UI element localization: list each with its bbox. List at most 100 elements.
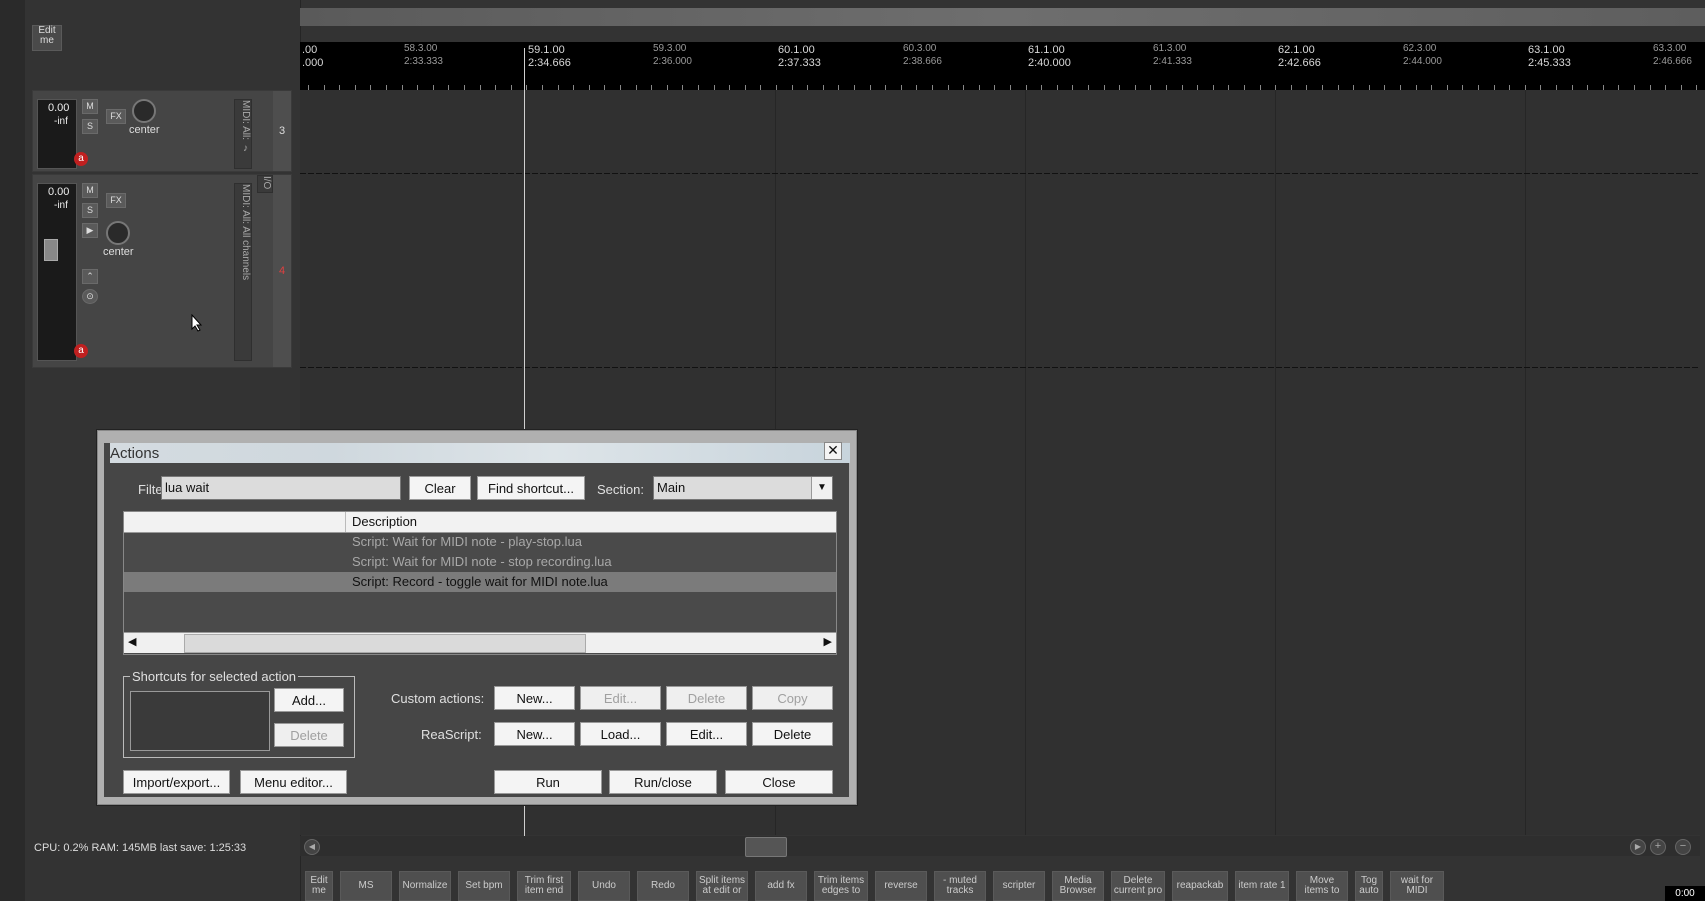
toolbar-button[interactable]: Trim items edges to bbox=[814, 871, 868, 901]
clear-button[interactable]: Clear bbox=[409, 476, 471, 500]
solo-button[interactable]: S bbox=[82, 119, 98, 134]
find-shortcut-button[interactable]: Find shortcut... bbox=[477, 476, 585, 500]
volume-fader[interactable]: 0.00 -inf a bbox=[37, 183, 88, 361]
delete-shortcut-button[interactable]: Delete bbox=[274, 723, 344, 747]
pan-label: center bbox=[103, 246, 134, 258]
track-separator bbox=[300, 367, 1700, 368]
automation-icon[interactable]: ⌃ bbox=[82, 269, 98, 284]
close-button[interactable]: Close bbox=[725, 770, 833, 794]
ruler-marker: 60.3.00 2:38.666 bbox=[903, 43, 942, 67]
track-number: 4 bbox=[273, 175, 291, 367]
toolbar-button[interactable]: Normalize bbox=[399, 871, 451, 901]
toolbar-button[interactable]: Edit me bbox=[305, 871, 333, 901]
reascript-delete-button[interactable]: Delete bbox=[752, 722, 833, 746]
dialog-title: Actions bbox=[110, 445, 160, 462]
timeline-ruler[interactable]: .00.000 58.3.00 2:33.333 59.1.00 2:34.666 … bbox=[300, 42, 1705, 90]
top-scroll-bar[interactable] bbox=[300, 8, 1705, 26]
track-3[interactable]: 0.00 -inf a M S FX center MIDI: All: ♪ 3 bbox=[32, 90, 292, 172]
toolbar-button[interactable]: Move items to bbox=[1296, 871, 1348, 901]
scroll-left-icon[interactable]: ◀ bbox=[128, 635, 136, 648]
section-select[interactable]: Main ▼ bbox=[653, 476, 833, 500]
run-button[interactable]: Run bbox=[494, 770, 602, 794]
ruler-marker: .00.000 bbox=[302, 44, 324, 69]
ruler-marker: 61.1.00 2:40.000 bbox=[1028, 44, 1071, 69]
custom-delete-button[interactable]: Delete bbox=[666, 686, 747, 710]
close-icon[interactable]: ✕ bbox=[824, 442, 842, 460]
time-display: 0:00 bbox=[1665, 886, 1705, 901]
toolbar-button[interactable]: wait for MIDI bbox=[1390, 871, 1444, 901]
list-horizontal-scrollbar[interactable]: ◀ ▶ bbox=[124, 632, 836, 653]
chevron-down-icon[interactable]: ▼ bbox=[811, 477, 832, 499]
mouse-pointer-icon bbox=[191, 314, 203, 332]
pan-knob[interactable] bbox=[132, 99, 156, 123]
add-shortcut-button[interactable]: Add... bbox=[274, 688, 344, 712]
list-item-selected[interactable]: Script: Record - toggle wait for MIDI no… bbox=[124, 572, 836, 592]
track-4[interactable]: 0.00 -inf a M S ▶ ⌃ ⊙ FX center MIDI: Al… bbox=[32, 174, 292, 368]
dialog-titlebar[interactable] bbox=[110, 443, 850, 463]
reascript-new-button[interactable]: New... bbox=[494, 722, 575, 746]
grid-line bbox=[1525, 90, 1526, 835]
record-arm-button[interactable]: a bbox=[74, 344, 88, 358]
ruler-marker: 61.3.00 2:41.333 bbox=[1153, 43, 1192, 67]
scroll-right-icon[interactable]: ▶ bbox=[1630, 839, 1646, 855]
menu-editor-button[interactable]: Menu editor... bbox=[240, 770, 347, 794]
zoom-in-icon[interactable]: + bbox=[1650, 839, 1666, 855]
column-header-shortcut[interactable] bbox=[124, 512, 346, 532]
custom-new-button[interactable]: New... bbox=[494, 686, 575, 710]
record-arm-button[interactable]: a bbox=[74, 152, 88, 166]
toolbar-button[interactable]: MS bbox=[340, 871, 392, 901]
zoom-out-icon[interactable]: − bbox=[1675, 839, 1691, 855]
midi-routing[interactable]: MIDI: All: All channels bbox=[234, 183, 252, 361]
horizontal-scrollbar[interactable]: ◀ ▶ + − bbox=[300, 836, 1700, 857]
list-item[interactable]: Script: Wait for MIDI note - stop record… bbox=[124, 552, 836, 572]
toolbar-button[interactable]: Media Browser bbox=[1052, 871, 1104, 901]
shortcuts-list[interactable] bbox=[130, 691, 270, 751]
actions-list[interactable]: Description Script: Wait for MIDI note -… bbox=[123, 511, 837, 655]
toolbar-button[interactable]: item rate 1 bbox=[1235, 871, 1289, 901]
custom-copy-button[interactable]: Copy bbox=[752, 686, 833, 710]
toolbar-button[interactable]: Redo bbox=[637, 871, 689, 901]
reascript-edit-button[interactable]: Edit... bbox=[666, 722, 747, 746]
solo-button[interactable]: S bbox=[82, 203, 98, 218]
toolbar-button[interactable]: Trim first item end bbox=[517, 871, 571, 901]
midi-routing[interactable]: MIDI: All: ♪ bbox=[234, 99, 252, 169]
mute-button[interactable]: M bbox=[82, 99, 98, 114]
edit-me-button[interactable]: Edit me bbox=[32, 25, 62, 51]
fader-handle[interactable] bbox=[44, 239, 58, 261]
import-export-button[interactable]: Import/export... bbox=[123, 770, 230, 794]
toolbar-button[interactable]: Set bpm bbox=[458, 871, 510, 901]
toolbar-button[interactable]: Tog auto bbox=[1355, 871, 1383, 901]
mute-button[interactable]: M bbox=[82, 183, 98, 198]
fx-button[interactable]: FX bbox=[106, 109, 126, 124]
play-icon[interactable]: ▶ bbox=[82, 223, 98, 238]
scroll-right-icon[interactable]: ▶ bbox=[824, 635, 832, 648]
custom-edit-button[interactable]: Edit... bbox=[580, 686, 661, 710]
toolbar-button[interactable]: reapackab bbox=[1172, 871, 1228, 901]
pan-knob[interactable] bbox=[106, 221, 130, 245]
fx-button[interactable]: FX bbox=[106, 193, 126, 208]
toolbar-button[interactable]: Delete current pro bbox=[1111, 871, 1165, 901]
toolbar-button[interactable]: - muted tracks bbox=[934, 871, 986, 901]
list-scroll-thumb[interactable] bbox=[184, 634, 586, 653]
shortcuts-group: Shortcuts for selected action Add... Del… bbox=[123, 669, 355, 758]
filter-input[interactable]: lua wait bbox=[161, 476, 401, 500]
column-header-description[interactable]: Description bbox=[346, 512, 836, 532]
volume-fader[interactable]: 0.00 -inf a bbox=[37, 99, 88, 169]
io-button[interactable]: I/O bbox=[257, 175, 273, 193]
custom-actions-label: Custom actions: bbox=[391, 691, 485, 706]
toolbar-button[interactable]: Split items at edit or bbox=[696, 871, 748, 901]
toolbar-button[interactable]: Undo bbox=[578, 871, 630, 901]
section-label: Section: bbox=[597, 482, 644, 497]
toolbar-button[interactable]: reverse bbox=[875, 871, 927, 901]
scroll-thumb[interactable] bbox=[745, 837, 787, 857]
scroll-left-icon[interactable]: ◀ bbox=[304, 839, 320, 855]
run-close-button[interactable]: Run/close bbox=[609, 770, 717, 794]
ruler-marker: 63.3.00 2:46.666 bbox=[1653, 43, 1692, 67]
reascript-load-button[interactable]: Load... bbox=[580, 722, 661, 746]
track-separator bbox=[300, 173, 1700, 174]
toolbar-button[interactable]: scripter bbox=[993, 871, 1045, 901]
toolbar-button[interactable]: add fx bbox=[755, 871, 807, 901]
phase-icon[interactable]: ⊙ bbox=[82, 289, 98, 304]
grid-line bbox=[1025, 90, 1026, 835]
list-item[interactable]: Script: Wait for MIDI note - play-stop.l… bbox=[124, 532, 836, 552]
